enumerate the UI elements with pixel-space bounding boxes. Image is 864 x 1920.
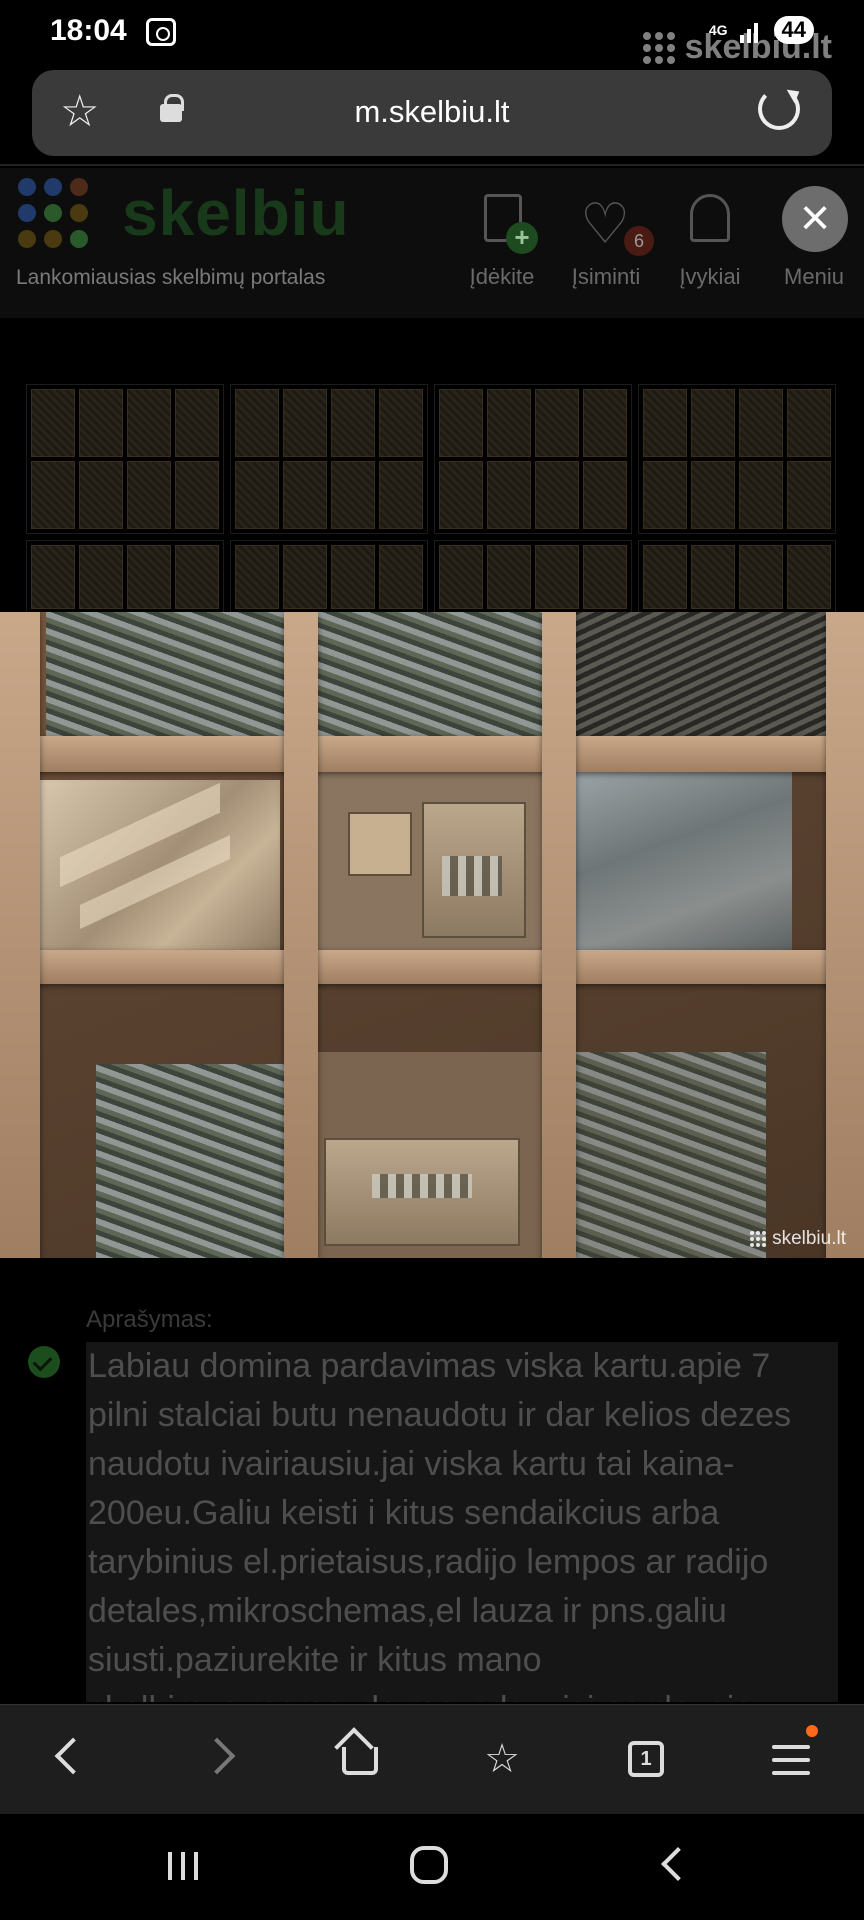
home-button[interactable] (330, 1727, 390, 1789)
system-home-icon[interactable] (410, 1846, 448, 1884)
divider (0, 164, 864, 166)
drawer-divider (284, 612, 318, 1258)
home-icon (342, 1747, 378, 1775)
network-label: 4G (708, 22, 728, 38)
logo-dot (18, 178, 36, 196)
address-bar[interactable]: ☆ m.skelbiu.lt (32, 70, 832, 156)
drawer-divider (542, 612, 576, 1258)
system-back-icon[interactable] (661, 1847, 695, 1881)
thumbnail-image[interactable] (26, 540, 224, 614)
tabs-button[interactable]: 1 (616, 1729, 676, 1789)
recent-apps-icon[interactable] (168, 1852, 198, 1880)
hamburger-icon (772, 1745, 810, 1784)
small-parts (442, 856, 502, 896)
status-time: 18:04 (50, 14, 127, 47)
fuse-compartment (576, 612, 826, 736)
check-icon (28, 1346, 60, 1378)
thumbnail-image[interactable] (638, 384, 836, 534)
bookmarks-star-icon: ☆ (484, 1737, 520, 1781)
screen-record-icon (146, 18, 176, 46)
menu-button[interactable]: × Meniu (764, 186, 864, 290)
saved-label: Įsiminti (571, 264, 641, 289)
site-logo-icon[interactable] (18, 178, 88, 248)
drawer-side (826, 612, 864, 1258)
logo-dot (70, 230, 88, 248)
drawer-side (0, 612, 40, 1258)
description-label: Aprašymas: (86, 1306, 213, 1333)
thumbnail-image[interactable] (434, 384, 632, 534)
site-header: skelbiu Lankomiausias skelbimų portalas … (0, 168, 864, 318)
tabs-icon: 1 (628, 1741, 664, 1777)
close-icon[interactable]: × (782, 186, 848, 252)
forward-button[interactable] (190, 1729, 250, 1789)
back-button[interactable] (40, 1729, 100, 1789)
dots-logo-icon (642, 31, 675, 64)
forward-arrow-icon (198, 1737, 236, 1775)
thumbnail-image[interactable] (230, 540, 428, 614)
logo-dot (44, 204, 62, 222)
fuse-compartment (96, 1064, 286, 1258)
site-tagline: Lankomiausias skelbimų portalas (16, 266, 326, 289)
reload-icon[interactable] (758, 88, 800, 130)
fuse-compartment (318, 612, 542, 736)
add-listing-label: Įdėkite (469, 264, 535, 289)
drawer-divider (0, 950, 864, 984)
boxes-compartment (318, 772, 542, 950)
logo-dot (18, 204, 36, 222)
status-icons: 4G 44 (709, 16, 814, 44)
small-parts (372, 1174, 472, 1198)
thumbnail-image[interactable] (26, 384, 224, 534)
notification-dot (806, 1725, 818, 1737)
logo-dot (44, 178, 62, 196)
logo-dot (70, 204, 88, 222)
add-listing-button[interactable]: + Įdėkite (452, 186, 552, 290)
description-box: Labiau domina pardavimas viska kartu.api… (86, 1342, 838, 1702)
saved-button[interactable]: ♡ 6 Įsiminti (556, 186, 656, 290)
heart-icon: ♡ (580, 192, 631, 255)
drawer-divider (0, 736, 864, 772)
site-logo-text[interactable]: skelbiu (122, 176, 350, 250)
fuse-compartment (46, 612, 284, 736)
dots-logo-icon (750, 1231, 767, 1247)
photo-watermark: skelbiu.lt (750, 1228, 846, 1250)
menu-label: Meniu (784, 264, 844, 289)
back-arrow-icon (54, 1737, 92, 1775)
logo-dot (18, 230, 36, 248)
plastic-bag-compartment (576, 772, 792, 950)
boxes-compartment (318, 1052, 542, 1258)
signal-icon (739, 17, 762, 43)
browser-menu-button[interactable] (760, 1725, 820, 1789)
status-bar: 18:04 skelbiu.lt 4G 44 (0, 0, 864, 66)
system-nav-bar (0, 1814, 864, 1920)
logo-dot (44, 230, 62, 248)
fuse-compartment (576, 1052, 766, 1258)
description-text: Labiau domina pardavimas viska kartu.api… (88, 1347, 792, 1702)
thumbnail-image[interactable] (638, 540, 836, 614)
bell-icon (690, 194, 730, 242)
events-button[interactable]: Įvykiai (660, 186, 760, 290)
bookmarks-button[interactable]: ☆ (472, 1729, 532, 1789)
photo-watermark-text: skelbiu.lt (772, 1228, 846, 1249)
events-label: Įvykiai (679, 264, 741, 289)
logo-dot (70, 178, 88, 196)
part-box (348, 812, 412, 876)
plus-icon: + (506, 222, 538, 254)
browser-toolbar: ☆ 1 (0, 1704, 864, 1814)
thumbnail-image[interactable] (434, 540, 632, 614)
thumbnail-image[interactable] (230, 384, 428, 534)
battery-badge: 44 (773, 16, 814, 44)
thumbnail-grid (26, 384, 838, 614)
main-photo[interactable]: skelbiu.lt (0, 612, 864, 1258)
url-text[interactable]: m.skelbiu.lt (32, 94, 832, 130)
saved-count-badge: 6 (624, 226, 654, 256)
paper-bags-compartment (40, 780, 280, 950)
